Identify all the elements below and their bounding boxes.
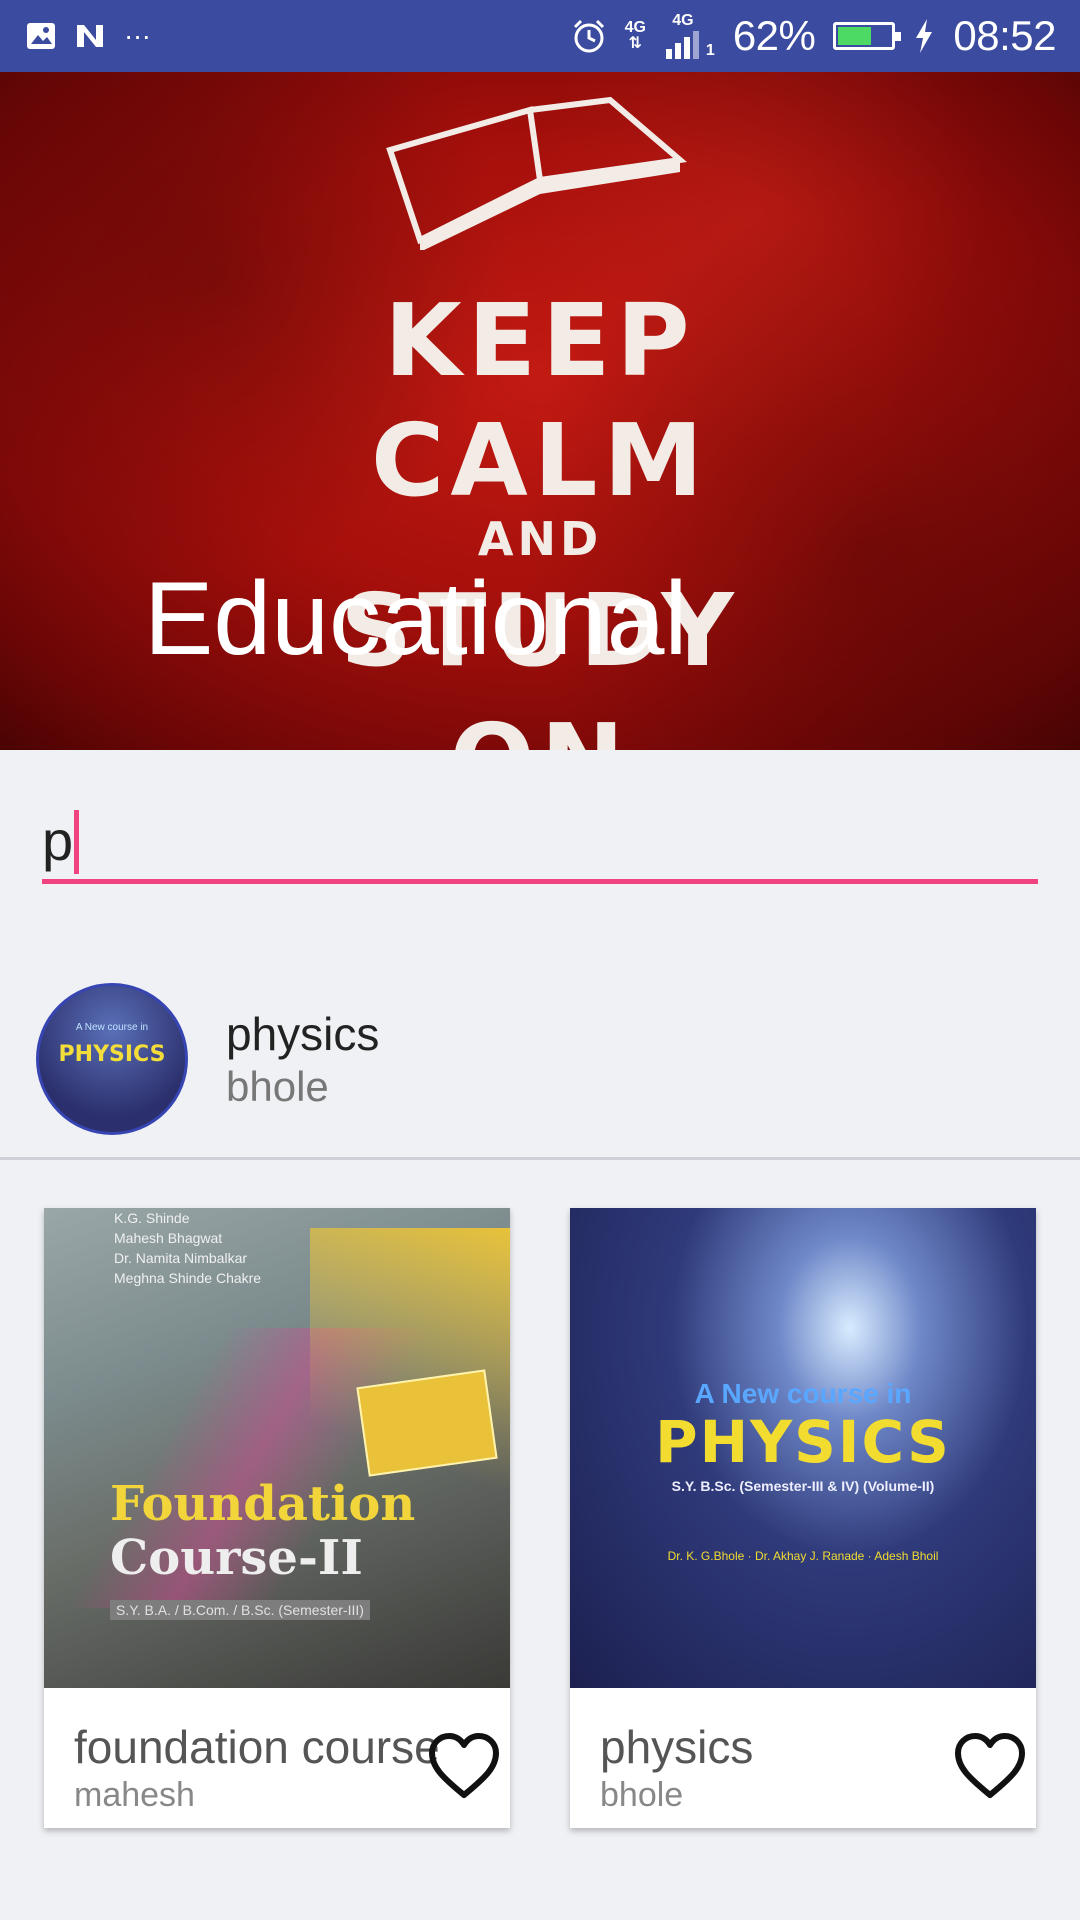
status-bar-system: 4G ⇅ 4G 1 62% 08:52 — [571, 12, 1056, 60]
n-icon — [77, 25, 103, 47]
card-meta: physics bhole — [600, 1720, 753, 1815]
search-underline — [42, 879, 1038, 884]
sim-index: 1 — [705, 42, 715, 59]
book-cover-image[interactable]: K.G. Shinde Mahesh Bhagwat Dr. Namita Ni… — [44, 1208, 510, 1688]
cover-authors: K.G. Shinde Mahesh Bhagwat Dr. Namita Ni… — [114, 1208, 261, 1288]
battery-level — [838, 27, 871, 45]
poster-line-keep: KEEP — [384, 282, 696, 399]
favorite-button[interactable] — [424, 1726, 504, 1806]
book-card[interactable]: K.G. Shinde Mahesh Bhagwat Dr. Namita Ni… — [44, 1208, 510, 1828]
status-bar-notifications: ··· — [26, 20, 151, 52]
battery-icon — [833, 22, 902, 50]
cover-title-line-2: PHYSICS — [655, 1408, 951, 1476]
book-card[interactable]: A New course in PHYSICS S.Y. B.Sc. (Seme… — [570, 1208, 1036, 1828]
charging-icon — [916, 19, 933, 53]
card-subtitle: mahesh — [74, 1776, 195, 1814]
text-caret — [74, 810, 79, 874]
open-book-icon — [386, 96, 687, 250]
avatar-cover-subtitle: A New course in — [75, 1021, 149, 1033]
card-title: physics — [600, 1721, 754, 1773]
cover-author: K.G. Shinde — [114, 1210, 190, 1226]
cover-badge — [356, 1369, 498, 1477]
heart-icon — [429, 1733, 499, 1798]
avatar-cover-title: PHYSICS — [58, 1041, 166, 1067]
cover-tag: S.Y. B.A. / B.Com. / B.Sc. (Semester-III… — [110, 1600, 370, 1620]
result-text: physics bhole — [226, 1007, 379, 1111]
network-type-2: 4G — [672, 12, 694, 29]
cover-authors: Dr. K. G.Bhole · Dr. Akhay J. Ranade · A… — [667, 1549, 939, 1563]
network-type: 4G ⇅ — [624, 19, 646, 52]
battery-percent: 62% — [732, 12, 816, 59]
cover-title-line-1: Foundation — [110, 1476, 416, 1532]
alarm-icon — [573, 19, 604, 53]
banner-title: Educational — [144, 561, 688, 677]
book-cover-image[interactable]: A New course in PHYSICS S.Y. B.Sc. (Seme… — [570, 1208, 1036, 1688]
image-icon — [27, 23, 55, 49]
card-meta: foundation course mahesh — [74, 1720, 440, 1815]
cover-title-line-2: Course-II — [110, 1530, 363, 1586]
heart-icon — [955, 1733, 1025, 1798]
signal-group: 4G 1 — [664, 13, 715, 59]
card-subtitle: bhole — [600, 1776, 684, 1814]
result-subtitle: bhole — [226, 1062, 329, 1110]
favorite-button[interactable] — [950, 1726, 1030, 1806]
data-arrows-icon: ⇅ — [628, 35, 642, 52]
cover-author: Meghna Shinde Chakre — [114, 1270, 262, 1286]
poster-line-on: ON — [0, 702, 1080, 750]
header-banner: KEEP CALM AND STUDY ON Educational — [0, 72, 1080, 750]
search-result-item[interactable]: A New course in PHYSICS physics bhole — [0, 960, 1080, 1160]
search-field[interactable] — [42, 800, 1038, 884]
cover-tag: S.Y. B.Sc. (Semester-III & IV) (Volume-I… — [671, 1478, 935, 1494]
poster-line-and: AND — [477, 512, 603, 566]
cover-author: Dr. Namita Nimbalkar — [114, 1250, 248, 1266]
status-bar: ··· 4G ⇅ 4G 1 62% 08:52 — [0, 0, 1080, 72]
result-avatar[interactable]: A New course in PHYSICS — [36, 982, 188, 1135]
result-title: physics — [226, 1007, 380, 1060]
poster-line-calm: CALM — [370, 402, 709, 519]
cover-title-line-1: A New course in — [694, 1378, 912, 1409]
clock: 08:52 — [953, 12, 1056, 59]
cover-author: Mahesh Bhagwat — [114, 1230, 223, 1246]
card-title: foundation course — [74, 1721, 440, 1773]
signal-icon — [665, 31, 699, 59]
more-icon: ··· — [124, 20, 151, 51]
search-input[interactable] — [42, 800, 1038, 880]
